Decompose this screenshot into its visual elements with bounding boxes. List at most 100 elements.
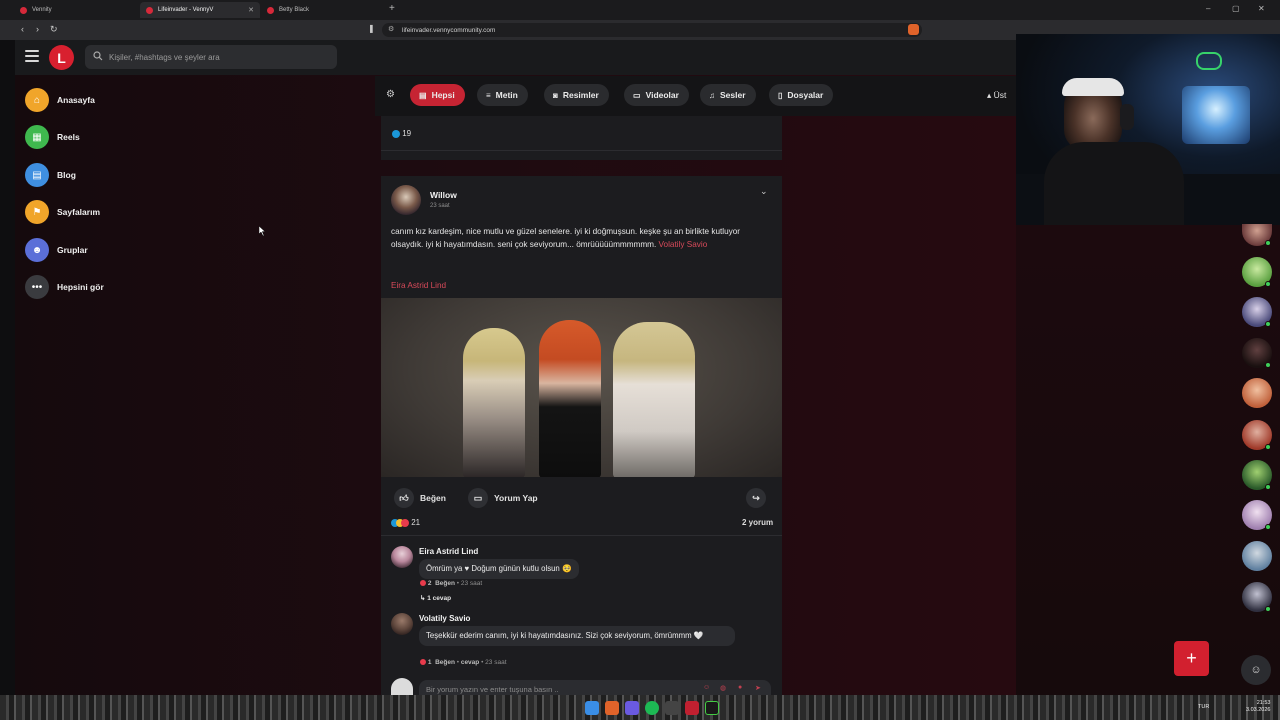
comment-like-button[interactable]: Beğen [435, 580, 455, 587]
reels-icon: ▦ [25, 125, 49, 149]
brave-shield-icon[interactable] [908, 24, 919, 35]
comment-like-count: 2 [427, 580, 432, 587]
url-field[interactable]: lifeinvader.vennycommunity.com [382, 23, 922, 37]
online-friend-avatar[interactable] [1242, 378, 1272, 408]
add-friend-button[interactable]: ☺ [1241, 655, 1271, 685]
back-icon[interactable]: ‹ [21, 24, 24, 34]
comment-button[interactable]: ▭ Yorum Yap [468, 488, 538, 508]
mic-icon[interactable]: ● [738, 684, 742, 691]
brave-icon[interactable] [605, 701, 619, 715]
tab-betty-black[interactable]: Betty Black [261, 2, 383, 18]
comment-like-button[interactable]: Beğen [435, 659, 455, 666]
video-icon: ▭ [633, 90, 641, 100]
online-friend-avatar[interactable] [1242, 541, 1272, 571]
filter-settings-icon[interactable]: ⚙ [386, 89, 395, 100]
filter-chip-resimler[interactable]: ◙ Resimler [544, 84, 609, 106]
author-avatar[interactable] [391, 185, 421, 215]
comment-input[interactable]: Bir yorum yazın ve enter tuşuna basın .. [419, 680, 771, 695]
post-time[interactable]: 23 saat [430, 203, 450, 209]
filter-chip-dosyalar[interactable]: ▯ Dosyalar [769, 84, 834, 106]
search-placeholder: Kişiler, #hashtags ve şeyler ara [109, 52, 220, 62]
sidebar-item-label: Reels [57, 132, 80, 142]
online-status-dot [1265, 240, 1271, 246]
gif-icon[interactable]: ◍ [720, 684, 726, 692]
filter-chip-metin[interactable]: ≡ Metin [477, 84, 528, 106]
commenter-avatar[interactable] [391, 546, 413, 568]
create-post-button[interactable]: + [1174, 641, 1209, 676]
filter-bar [375, 76, 1016, 116]
love-reaction-icon [420, 580, 426, 587]
sidebar-item-blog[interactable]: ▤ Blog [25, 162, 76, 188]
share-button[interactable]: ↪ [746, 488, 772, 508]
app-icon[interactable] [685, 701, 699, 715]
tab-label: Betty Black [279, 7, 310, 13]
current-user-avatar[interactable] [391, 678, 413, 695]
spotify-icon[interactable] [645, 701, 659, 715]
search-input[interactable]: Kişiler, #hashtags ve şeyler ara [85, 45, 337, 69]
sidebar-item-anasayfa[interactable]: ⌂ Anasayfa [25, 87, 95, 113]
reload-icon[interactable]: ↻ [50, 24, 58, 35]
maximize-icon[interactable]: ▢ [1232, 4, 1240, 13]
comment-count[interactable]: 2 yorum [742, 518, 773, 527]
bookmark-icon[interactable]: ❚ [368, 24, 375, 33]
reaction-summary[interactable]: 21 [391, 518, 420, 527]
filter-chip-videolar[interactable]: ▭ Videolar [624, 84, 689, 106]
tab-lifeinvader[interactable]: Lifeinvader - VennyV ✕ [140, 2, 260, 18]
sidebar-item-label: Sayfalarım [57, 207, 100, 217]
comment-like-count: 1 [427, 659, 432, 666]
comment-meta: 2 Beğen • 23 saat [420, 580, 482, 587]
filter-chip-hepsi[interactable]: ▤ Hepsi [410, 84, 465, 106]
comment-author[interactable]: Eira Astrid Lind [419, 547, 478, 556]
sidebar-item-gruplar[interactable]: ☻ Gruplar [25, 237, 88, 263]
app-icon[interactable] [665, 701, 679, 715]
monitor-glow [1182, 86, 1250, 144]
post-author[interactable]: Willow [430, 190, 457, 200]
favicon-icon [267, 6, 274, 14]
forward-icon[interactable]: › [36, 24, 39, 34]
chip-label: Sesler [720, 90, 746, 100]
view-replies-button[interactable]: ↳ 1 cevap [420, 594, 451, 602]
search-icon [93, 51, 103, 61]
post-image[interactable] [381, 298, 782, 477]
mention-link[interactable]: Eira Astrid Lind [391, 279, 446, 292]
comment-reply-button[interactable]: cevap [461, 659, 479, 666]
like-button[interactable]: 👍︎ Beğen [394, 488, 446, 508]
comment-author[interactable]: Volatily Savio [419, 614, 470, 623]
menu-icon[interactable] [25, 50, 39, 62]
camera-icon: ◙ [553, 90, 558, 100]
tab-vennity[interactable]: Vennity [14, 2, 136, 18]
terminal-icon[interactable] [705, 701, 719, 715]
headphones-icon [1120, 104, 1134, 130]
sidebar-item-sayfalarim[interactable]: ⚑ Sayfalarım [25, 199, 100, 225]
person-body [1044, 142, 1184, 225]
lifeinvader-logo[interactable]: L [49, 45, 74, 70]
divider [381, 150, 782, 151]
emoji-icon[interactable]: ☺ [703, 684, 710, 691]
close-tab-icon[interactable]: ✕ [248, 6, 254, 14]
commenter-avatar[interactable] [391, 613, 413, 635]
sidebar-item-reels[interactable]: ▦ Reels [25, 124, 80, 150]
site-info-icon[interactable]: ⚙ [388, 25, 394, 33]
online-status-dot [1265, 362, 1271, 368]
online-status-dot [1265, 321, 1271, 327]
scroll-top-button[interactable]: ▴ Üst [987, 90, 1006, 101]
mention-link[interactable]: Volatily Savio [659, 240, 708, 249]
new-tab-icon[interactable]: + [389, 3, 395, 14]
minimize-icon[interactable]: – [1206, 4, 1210, 13]
chip-label: Videolar [645, 90, 679, 100]
filter-chip-sesler[interactable]: ♫ Sesler [700, 84, 756, 106]
sidebar-item-hepsini-gor[interactable]: ••• Hepsini gör [25, 274, 104, 300]
sidebar-item-label: Blog [57, 170, 76, 180]
input-language[interactable]: TUR [1198, 704, 1209, 710]
chip-label: Metin [495, 90, 518, 100]
close-window-icon[interactable]: ✕ [1258, 4, 1265, 13]
comment-bubble: Teşekkür ederim canım, iyi ki hayatımdas… [419, 626, 735, 646]
send-icon[interactable]: ➤ [755, 684, 761, 692]
tab-label: Vennity [32, 7, 52, 13]
post-options-chevron-icon[interactable]: ⌄ [760, 186, 768, 197]
file-explorer-icon[interactable] [585, 701, 599, 715]
system-clock[interactable]: 21:53 3.03.2026 [1246, 700, 1270, 714]
reaction-summary[interactable]: 19 [392, 129, 411, 138]
chip-label: Dosyalar [787, 90, 824, 100]
discord-icon[interactable] [625, 701, 639, 715]
